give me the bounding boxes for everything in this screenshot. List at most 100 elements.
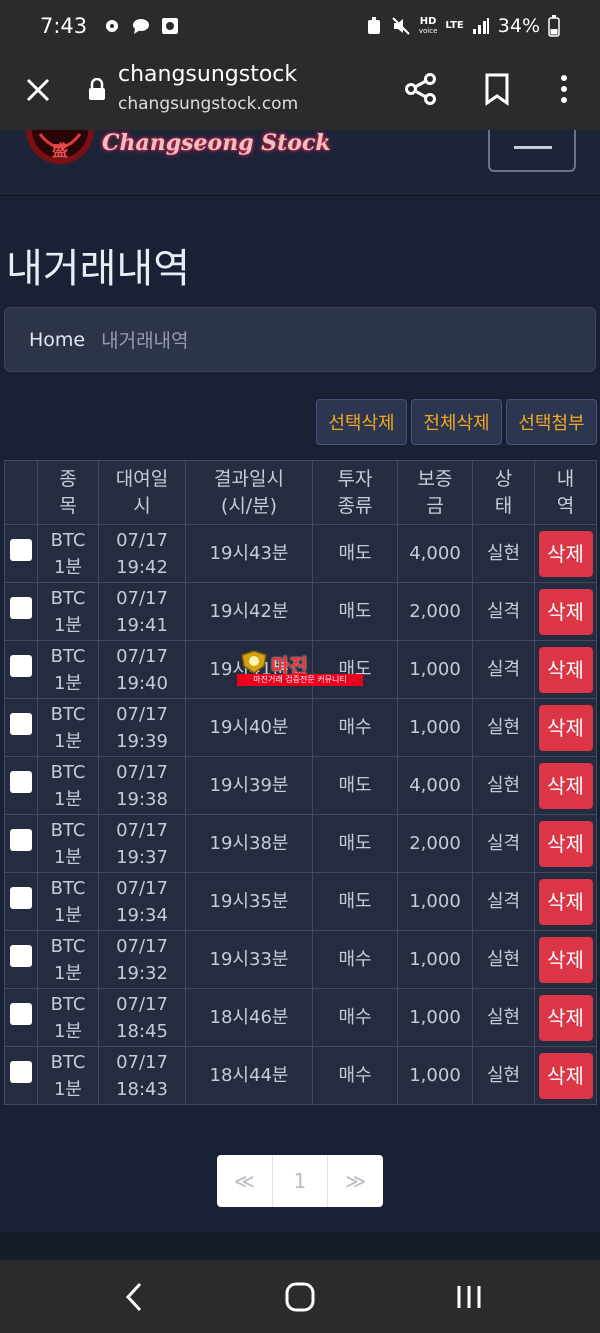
cell-result-time: 19시35분 <box>185 872 313 931</box>
more-options-icon[interactable] <box>548 70 580 108</box>
row-select-cell <box>4 640 38 699</box>
page-url-title[interactable]: changsungstock <box>118 62 297 87</box>
cell-details: 삭제 <box>534 1046 597 1105</box>
cell-item: BTC 1분 <box>37 988 99 1047</box>
site-header: 盛 Changseong Stock <box>0 130 600 196</box>
row-checkbox[interactable] <box>10 1060 32 1083</box>
cell-item: BTC 1분 <box>37 814 99 873</box>
notification-icon <box>106 20 119 32</box>
cell-rental-date: 07/17 19:41 <box>98 582 186 641</box>
row-checkbox[interactable] <box>10 770 32 793</box>
cell-item: BTC 1분 <box>37 756 99 815</box>
row-delete-button[interactable]: 삭제 <box>538 762 593 809</box>
cell-deposit: 1,000 <box>397 930 473 989</box>
svg-text:盛: 盛 <box>52 141 68 160</box>
row-delete-button[interactable]: 삭제 <box>538 936 593 983</box>
page-url[interactable]: changsungstock.com <box>118 94 298 114</box>
table-row: BTC 1분 07/17 19:34 19시35분 매도 1,000 실격 삭제 <box>4 872 597 931</box>
share-icon[interactable] <box>402 70 440 108</box>
row-delete-button[interactable]: 삭제 <box>538 820 593 867</box>
row-select-cell <box>4 524 38 583</box>
cell-deposit: 2,000 <box>397 814 473 873</box>
cell-result-time: 18시44분 <box>185 1046 313 1105</box>
row-delete-button[interactable]: 삭제 <box>538 1052 593 1099</box>
table-row: BTC 1분 07/17 19:39 19시40분 매수 1,000 실현 삭제 <box>4 698 597 757</box>
mute-icon <box>392 17 410 35</box>
pagination: ≪ 1 ≫ <box>217 1155 383 1207</box>
cell-investment-type: 매도 <box>312 582 398 641</box>
row-checkbox[interactable] <box>10 712 32 735</box>
cell-status: 실현 <box>472 524 535 583</box>
row-delete-button[interactable]: 삭제 <box>538 646 593 693</box>
hamburger-icon <box>514 146 552 149</box>
cell-item: BTC 1분 <box>37 1046 99 1105</box>
cell-result-time: 19시38분 <box>185 814 313 873</box>
cell-rental-date: 07/17 18:45 <box>98 988 186 1047</box>
row-checkbox[interactable] <box>10 596 32 619</box>
cell-status: 실현 <box>472 756 535 815</box>
table-header-rental-date: 대여일 시 <box>98 460 186 525</box>
cell-deposit: 1,000 <box>397 698 473 757</box>
row-select-cell <box>4 872 38 931</box>
table-header-row: 종 목 대여일 시 결과일시 (시/분) 투자 종류 보증 금상 태내 역 <box>4 460 597 525</box>
cell-result-time: 19시40분 <box>185 698 313 757</box>
table-row: BTC 1분 07/17 18:43 18시44분 매수 1,000 실현 삭제 <box>4 1046 597 1105</box>
cell-details: 삭제 <box>534 640 597 699</box>
cell-details: 삭제 <box>534 988 597 1047</box>
lte-indicator: LTE <box>445 20 464 31</box>
cell-investment-type: 매수 <box>312 930 398 989</box>
row-checkbox[interactable] <box>10 1002 32 1025</box>
cell-investment-type: 매도 <box>312 814 398 873</box>
bookmark-icon[interactable] <box>478 70 516 108</box>
hamburger-menu-button[interactable] <box>488 130 576 172</box>
table-header-result-time: 결과일시 (시/분) <box>185 460 313 525</box>
trade-history-table: 종 목 대여일 시 결과일시 (시/분) 투자 종류 보증 금상 태내 역 BTC 1분… <box>4 460 597 1105</box>
select-delete-button[interactable]: 선택삭제 <box>316 399 407 445</box>
pagination-first-button[interactable]: ≪ <box>217 1155 273 1207</box>
cell-rental-date: 07/17 19:38 <box>98 756 186 815</box>
logo-text[interactable]: Changseong Stock <box>102 130 331 156</box>
row-checkbox[interactable] <box>10 828 32 851</box>
pagination-page-1[interactable]: 1 <box>273 1155 329 1207</box>
cell-result-time: 19시42분 <box>185 582 313 641</box>
cell-investment-type: 매도 <box>312 756 398 815</box>
cell-details: 삭제 <box>534 814 597 873</box>
table-body: BTC 1분 07/17 19:42 19시43분 매도 4,000 실현 삭제 BTC 1분… <box>4 524 597 1105</box>
cell-rental-date: 07/17 18:43 <box>98 1046 186 1105</box>
cell-rental-date: 07/17 19:34 <box>98 872 186 931</box>
table-header-details: 내 역 <box>534 460 597 525</box>
row-delete-button[interactable]: 삭제 <box>538 588 593 635</box>
row-checkbox[interactable] <box>10 654 32 677</box>
row-delete-button[interactable]: 삭제 <box>538 530 593 577</box>
table-header-deposit: 보증 금 <box>397 460 473 525</box>
site-footer <box>0 1232 600 1260</box>
back-icon[interactable] <box>120 1280 150 1314</box>
close-icon[interactable] <box>22 74 54 106</box>
row-delete-button[interactable]: 삭제 <box>538 704 593 751</box>
status-bar: 7:43 HD voice LTE 34% <box>0 0 600 52</box>
select-attach-button[interactable]: 선택첨부 <box>506 399 597 445</box>
cell-deposit: 1,000 <box>397 640 473 699</box>
cell-deposit: 1,000 <box>397 872 473 931</box>
cell-status: 실현 <box>472 698 535 757</box>
pagination-last-button[interactable]: ≫ <box>328 1155 383 1207</box>
row-select-cell <box>4 988 38 1047</box>
row-delete-button[interactable]: 삭제 <box>538 878 593 925</box>
breadcrumb-home-link[interactable]: Home <box>29 329 85 351</box>
logo-emblem-icon[interactable]: 盛 <box>22 130 98 176</box>
row-checkbox[interactable] <box>10 538 32 561</box>
cell-deposit: 1,000 <box>397 988 473 1047</box>
cell-details: 삭제 <box>534 524 597 583</box>
home-icon[interactable] <box>284 1281 316 1313</box>
cell-deposit: 2,000 <box>397 582 473 641</box>
recent-apps-icon[interactable] <box>452 1282 486 1312</box>
cell-rental-date: 07/17 19:32 <box>98 930 186 989</box>
row-checkbox[interactable] <box>10 886 32 909</box>
row-checkbox[interactable] <box>10 944 32 967</box>
table-row: BTC 1분 07/17 19:41 19시42분 매도 2,000 실격 삭제 <box>4 582 597 641</box>
cell-status: 실격 <box>472 814 535 873</box>
signal-icon <box>472 18 489 34</box>
row-delete-button[interactable]: 삭제 <box>538 994 593 1041</box>
hd-voice-indicator: HD voice <box>418 16 438 36</box>
delete-all-button[interactable]: 전체삭제 <box>411 399 502 445</box>
